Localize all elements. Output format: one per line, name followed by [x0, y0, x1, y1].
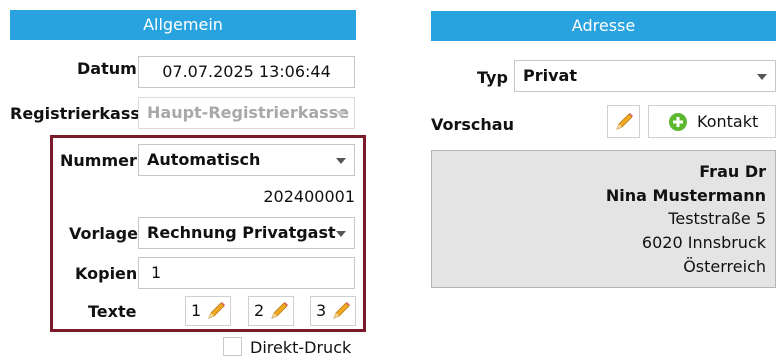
texte-button-3[interactable]: 3 [310, 296, 356, 326]
pencil-icon [613, 111, 635, 137]
typ-value: Privat [523, 66, 577, 85]
kopien-input[interactable]: 1 [138, 257, 355, 289]
kontakt-button-label: Kontakt [697, 112, 759, 131]
direkt-druck-label: Direkt-Druck [250, 338, 352, 357]
section-header-adresse: Adresse [431, 11, 776, 41]
vorschau-label: Vorschau [431, 115, 514, 134]
texte-button-2[interactable]: 2 [248, 296, 294, 326]
preview-city: 6020 Innsbruck [641, 233, 766, 252]
datum-field[interactable]: 07.07.2025 13:06:44 [138, 56, 355, 88]
datum-label: Datum [77, 59, 137, 78]
preview-street: Teststraße 5 [668, 209, 766, 228]
chevron-down-icon [757, 74, 767, 80]
registrierkassa-select[interactable]: Haupt-Registrierkasse [138, 97, 355, 129]
registrierkassa-label: Registrierkassa [10, 104, 151, 123]
registrierkassa-value: Haupt-Registrierkasse [147, 103, 350, 122]
vorlage-select[interactable]: Rechnung Privatgast [138, 217, 355, 249]
direkt-druck-checkbox[interactable] [223, 337, 242, 356]
nummer-label: Nummer [60, 151, 137, 170]
chevron-down-icon [336, 111, 346, 117]
kopien-label: Kopien [75, 264, 138, 283]
preview-name: Nina Mustermann [605, 186, 766, 205]
pencil-icon [205, 300, 227, 326]
texte-label: Texte [88, 302, 137, 321]
nummer-display: 202400001 [263, 187, 355, 206]
section-header-allgemein: Allgemein [10, 10, 356, 40]
pencil-icon [268, 300, 290, 326]
pencil-icon [330, 300, 352, 326]
edit-address-button[interactable] [607, 105, 640, 138]
texte-button-number: 1 [191, 301, 202, 320]
nummer-select[interactable]: Automatisch [138, 144, 355, 176]
address-preview: Frau Dr Nina Mustermann Teststraße 5 602… [431, 150, 776, 288]
preview-salutation: Frau Dr [699, 162, 766, 181]
preview-country: Österreich [683, 257, 766, 276]
vorlage-label: Vorlage [69, 224, 138, 243]
texte-button-1[interactable]: 1 [185, 296, 231, 326]
chevron-down-icon [336, 231, 346, 237]
plus-circle-icon [668, 112, 688, 136]
nummer-value: Automatisch [147, 150, 261, 169]
vorlage-value: Rechnung Privatgast [147, 223, 336, 242]
texte-button-number: 3 [316, 301, 327, 320]
texte-button-number: 2 [254, 301, 265, 320]
typ-label: Typ [477, 68, 508, 87]
typ-select[interactable]: Privat [514, 60, 776, 92]
kontakt-button[interactable]: Kontakt [648, 105, 776, 138]
chevron-down-icon [336, 158, 346, 164]
